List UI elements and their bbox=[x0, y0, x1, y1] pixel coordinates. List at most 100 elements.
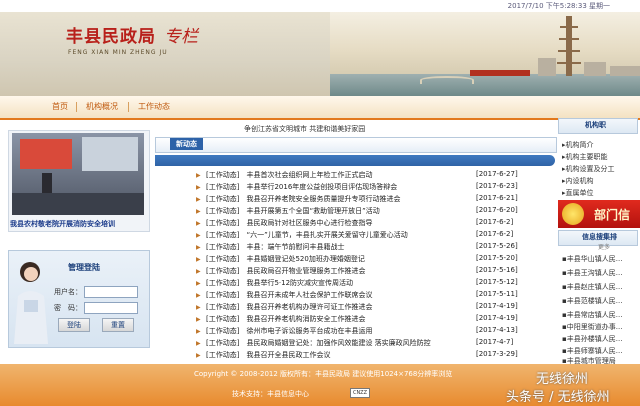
news-date: [2017-4-19] bbox=[476, 302, 518, 310]
watermark-source: 头条号 / 无线徐州 bbox=[506, 390, 610, 405]
username-label: 用户名： bbox=[54, 288, 82, 296]
news-title[interactable]: [工作动态] 丰县首次社会组织网上年检工作正式启动 bbox=[206, 170, 458, 180]
news-list-item[interactable]: ▶ [工作动态] 丰县开展第五个全国“救助管理开放日”活动 [2017-6-20] bbox=[196, 206, 520, 216]
org-link-intro[interactable]: ▸机构简介 bbox=[562, 140, 594, 150]
login-title: 管理登陆 bbox=[68, 263, 100, 272]
org-link-affiliates[interactable]: ▸直属单位 bbox=[562, 188, 594, 198]
password-input[interactable] bbox=[84, 302, 138, 314]
bullet-icon: ▶ bbox=[196, 304, 201, 311]
news-title[interactable]: [工作动态] “六一”儿童节，丰县扎实开展关爱留守儿童爱心活动 bbox=[206, 230, 458, 240]
news-list-item[interactable]: ▶ [工作动态] 我县召开养老机构消防安全工作推进会 [2017-4-19] bbox=[196, 314, 520, 324]
nav-item-home[interactable]: 首页 bbox=[52, 101, 68, 112]
pagoda-eave bbox=[557, 62, 581, 64]
info-list-item[interactable]: ▪丰县赵庄镇人民... bbox=[562, 282, 638, 292]
watermark-text: 无线徐州 bbox=[536, 372, 589, 387]
info-list-item[interactable]: ▪丰县王沟镇人民... bbox=[562, 268, 638, 278]
news-title[interactable]: [工作动态] 县民政局婚姻登记处：加强作风效能建设 落实廉政风险防控 bbox=[206, 338, 458, 348]
info-list-item[interactable]: ▪丰县华山镇人民... bbox=[562, 254, 638, 264]
footer-copyright: Copyright © 2008-2012 版权所有：丰县民政局 建议使用102… bbox=[194, 370, 453, 378]
news-list-item[interactable]: ▶ [工作动态] 我县召开养老院安全服务质量提升专项行动推进会 [2017-6-21… bbox=[196, 194, 520, 204]
username-input[interactable] bbox=[84, 286, 138, 298]
slogan: 争创江苏省文明城市 共建和谐美好家园 bbox=[244, 125, 366, 133]
news-title[interactable]: [工作动态] 县民政局针对社区服务中心进行检查指导 bbox=[206, 218, 458, 228]
footer-tech-support: 技术支持：丰县信息中心 bbox=[232, 390, 309, 398]
reset-button[interactable]: 重置 bbox=[102, 318, 134, 332]
site-logo-pinyin: FENG XIAN MIN ZHENG JU bbox=[68, 49, 168, 56]
bullet-icon: ▶ bbox=[196, 268, 201, 275]
pagoda-eave bbox=[559, 38, 579, 40]
org-link-functions[interactable]: ▸机构主要职能 bbox=[562, 152, 608, 162]
news-date: [2017-5-16] bbox=[476, 266, 518, 274]
news-list-item[interactable]: ▶ [工作动态] 县民政局婚姻登记处：加强作风效能建设 落实廉政风险防控 [2017… bbox=[196, 338, 520, 348]
bullet-icon: ▶ bbox=[196, 184, 201, 191]
news-date: [2017-4-19] bbox=[476, 314, 518, 322]
pavilion-image bbox=[470, 70, 530, 76]
nav-item-work-news[interactable]: 工作动态 bbox=[138, 101, 170, 112]
site-logo-title: 丰县民政局 bbox=[66, 27, 156, 47]
bullet-icon: ▶ bbox=[196, 172, 201, 179]
audience-image bbox=[12, 193, 144, 215]
news-list-item[interactable]: ▶ [工作动态] 我县召开未成年人社会保护工作联席会议 [2017-5-11] bbox=[196, 290, 520, 300]
news-date: [2017-6-2] bbox=[476, 218, 514, 226]
news-title[interactable]: [工作动态] 我县召开养老机构办理许可证工作推进会 bbox=[206, 302, 458, 312]
news-title[interactable]: [工作动态] 丰县：端午节前慰问丰县籍战士 bbox=[206, 242, 458, 252]
nav-divider bbox=[128, 102, 129, 112]
news-list-item[interactable]: ▶ [工作动态] 县民政局召开物业管理服务工作推进会 [2017-5-16] bbox=[196, 266, 520, 276]
news-title[interactable]: [工作动态] 我县召开养老机构消防安全工作推进会 bbox=[206, 314, 458, 324]
news-tab-latest[interactable]: 新动态 bbox=[170, 138, 203, 150]
news-date: [2017-6-2] bbox=[476, 230, 514, 238]
news-list-item[interactable]: ▶ [工作动态] 县民政局针对社区服务中心进行检查指导 [2017-6-2] bbox=[196, 218, 520, 228]
stats-badge[interactable]: CNZZ bbox=[350, 388, 370, 398]
info-more-link[interactable]: 更多 bbox=[598, 242, 610, 251]
news-list-item[interactable]: ▶ [工作动态] 丰县首次社会组织网上年检工作正式启动 [2017-6-27] bbox=[196, 170, 520, 180]
wall-image bbox=[82, 137, 138, 171]
news-title[interactable]: [工作动态] 我县召开未成年人社会保护工作联席会议 bbox=[206, 290, 458, 300]
info-list-item[interactable]: ▪中阳里街道办事... bbox=[562, 322, 638, 332]
news-list-item[interactable]: ▶ [工作动态] 丰县婚姻登记处520加班办理婚姻登记 [2017-5-20] bbox=[196, 254, 520, 264]
info-list-item[interactable]: ▪丰县范楼镇人民... bbox=[562, 296, 638, 306]
news-list-item[interactable]: ▶ [工作动态] “六一”儿童节，丰县扎实开展关爱留守儿童爱心活动 [2017-6-… bbox=[196, 230, 520, 240]
news-title[interactable]: [工作动态] 丰县婚姻登记处520加班办理婚姻登记 bbox=[206, 254, 458, 264]
projection-screen bbox=[20, 139, 72, 169]
site-logo-script: 专栏 bbox=[164, 27, 198, 47]
info-list-item[interactable]: ▪丰县师寨镇人民... bbox=[562, 346, 638, 356]
bullet-icon: ▶ bbox=[196, 316, 201, 323]
news-title[interactable]: [工作动态] 我县举行5·12防灾减灾宣传周活动 bbox=[206, 278, 458, 288]
news-list-item[interactable]: ▶ [工作动态] 我县召开全县民政工作会议 [2017-3-29] bbox=[196, 350, 520, 360]
bridge-image bbox=[420, 76, 474, 84]
org-link-structure[interactable]: ▸机构设置及分工 bbox=[562, 164, 615, 174]
news-date: [2017-6-23] bbox=[476, 182, 518, 190]
date-time-display: 2017/7/10 下午5:28:33 星期一 bbox=[507, 2, 610, 10]
photo-caption-link[interactable]: 我县农村敬老院开展消防安全培训 bbox=[10, 219, 148, 229]
news-date: [2017-5-26] bbox=[476, 242, 518, 250]
news-date: [2017-4-7] bbox=[476, 338, 514, 346]
org-link-departments[interactable]: ▸内设机构 bbox=[562, 176, 594, 186]
nav-divider bbox=[76, 102, 77, 112]
news-list-item[interactable]: ▶ [工作动态] 我县举行5·12防灾减灾宣传周活动 [2017-5-12] bbox=[196, 278, 520, 288]
news-list-item[interactable]: ▶ [工作动态] 丰县：端午节前慰问丰县籍战士 [2017-5-26] bbox=[196, 242, 520, 252]
news-title[interactable]: [工作动态] 徐州市电子诉讼服务平台成功在丰县运用 bbox=[206, 326, 458, 336]
bullet-icon: ▶ bbox=[196, 220, 201, 227]
news-title[interactable]: [工作动态] 丰县开展第五个全国“救助管理开放日”活动 bbox=[206, 206, 458, 216]
lake-image bbox=[330, 74, 640, 96]
news-date: [2017-6-27] bbox=[476, 170, 518, 178]
bullet-icon: ▶ bbox=[196, 256, 201, 263]
news-title[interactable]: [工作动态] 县民政局召开物业管理服务工作推进会 bbox=[206, 266, 458, 276]
news-list-item[interactable]: ▶ [工作动态] 徐州市电子诉讼服务平台成功在丰县运用 [2017-4-13] bbox=[196, 326, 520, 336]
password-label: 密 码： bbox=[54, 304, 82, 312]
news-date: [2017-5-12] bbox=[476, 278, 518, 286]
news-list-item[interactable]: ▶ [工作动态] 我县召开养老机构办理许可证工作推进会 [2017-4-19] bbox=[196, 302, 520, 312]
login-button[interactable]: 登陆 bbox=[58, 318, 90, 332]
bullet-icon: ▶ bbox=[196, 328, 201, 335]
news-title[interactable]: [工作动态] 我县召开全县民政工作会议 bbox=[206, 350, 458, 360]
info-list-item[interactable]: ▪丰县孙楼镇人民... bbox=[562, 334, 638, 344]
bullet-icon: ▶ bbox=[196, 340, 201, 347]
news-title[interactable]: [工作动态] 丰县举行2016年度公益创投项目评估现场答辩会 bbox=[206, 182, 458, 192]
info-list-item[interactable]: ▪丰县常店镇人民... bbox=[562, 310, 638, 320]
news-title[interactable]: [工作动态] 我县召开养老院安全服务质量提升专项行动推进会 bbox=[206, 194, 458, 204]
info-section-title: 信息搜集排 bbox=[582, 233, 617, 241]
pagoda-eave bbox=[558, 50, 580, 52]
nav-item-org-overview[interactable]: 机构概况 bbox=[86, 101, 118, 112]
news-photo[interactable] bbox=[12, 133, 144, 215]
news-list-item[interactable]: ▶ [工作动态] 丰县举行2016年度公益创投项目评估现场答辩会 [2017-6-2… bbox=[196, 182, 520, 192]
